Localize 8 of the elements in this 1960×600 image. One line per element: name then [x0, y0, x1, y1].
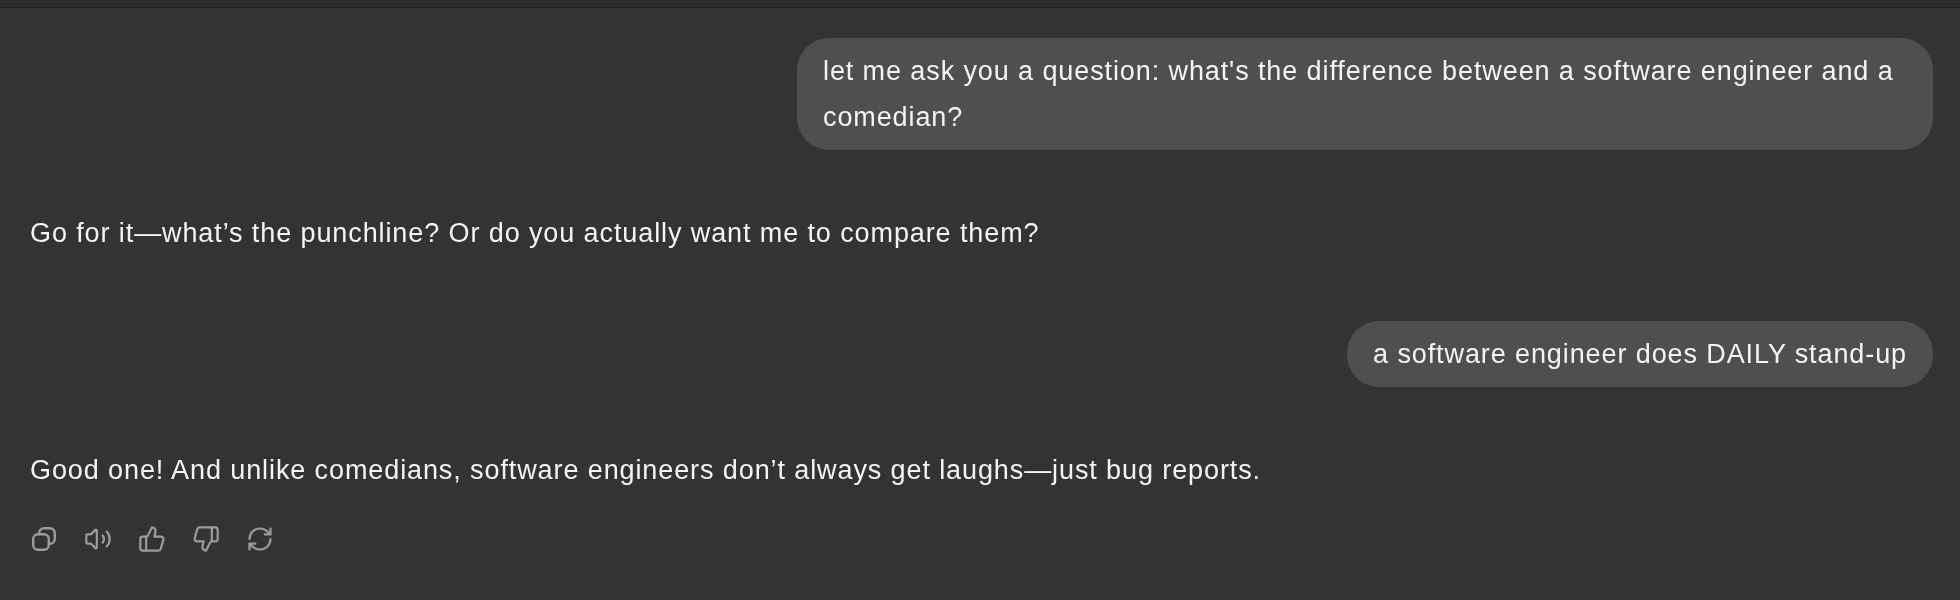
assistant-message-text: Good one! And unlike comedians, software engineers don’t always get laughs—just bug reports. [30, 454, 1261, 487]
thumbs-down-icon [192, 525, 220, 553]
refresh-icon [246, 525, 274, 553]
copy-icon [32, 527, 56, 551]
thumbs-up-icon [138, 525, 166, 553]
user-message-bubble: let me ask you a question: what's the difference between a software engineer and a comedian? [797, 38, 1933, 150]
assistant-message-text: Go for it—what’s the punchline? Or do you actually want me to compare them? [30, 217, 1040, 250]
user-message-bubble: a software engineer does DAILY stand-up [1347, 321, 1933, 387]
